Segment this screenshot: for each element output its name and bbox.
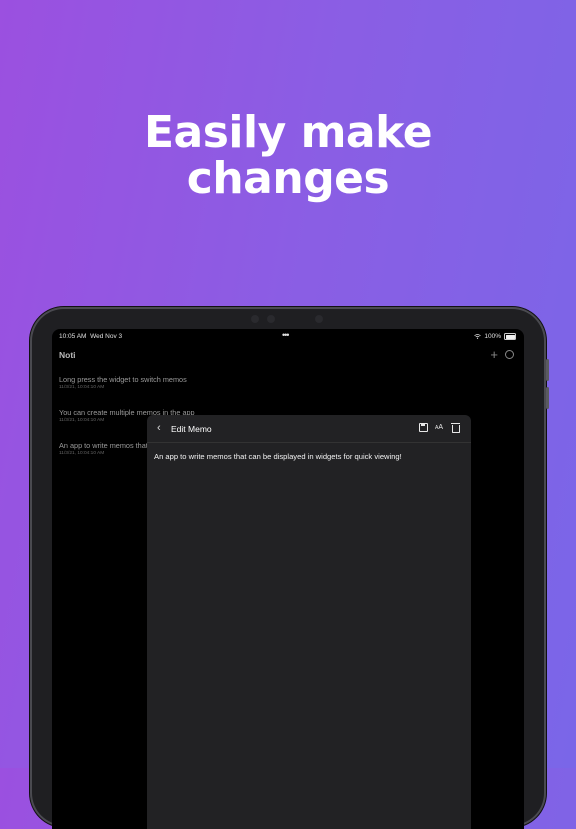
status-bar: 10:05 AM Wed Nov 3 ••• 100% bbox=[52, 329, 524, 345]
app-bar: Noti + bbox=[52, 347, 524, 367]
headline: Easily make changes bbox=[0, 110, 576, 202]
list-item[interactable]: Long press the widget to switch memos 11… bbox=[59, 375, 524, 408]
camera-dot bbox=[251, 315, 259, 323]
ipad-frame: 10:05 AM Wed Nov 3 ••• 100% Noti + Long … bbox=[30, 307, 549, 829]
battery-percent: 100% bbox=[484, 333, 501, 340]
headline-line-1: Easily make bbox=[143, 107, 433, 158]
back-chevron-icon[interactable]: ‹ bbox=[157, 423, 161, 434]
edit-memo-sheet: ‹ Edit Memo AA An app to write memos tha… bbox=[147, 415, 471, 829]
device-screen: 10:05 AM Wed Nov 3 ••• 100% Noti + Long … bbox=[52, 329, 524, 829]
wifi-icon bbox=[474, 334, 482, 339]
memo-text-editor[interactable]: An app to write memos that can be displa… bbox=[154, 452, 463, 462]
font-size-icon[interactable]: AA bbox=[435, 424, 443, 431]
app-title: Noti bbox=[59, 350, 76, 360]
edit-memo-title: Edit Memo bbox=[171, 424, 212, 434]
side-button bbox=[546, 359, 549, 381]
camera-dot bbox=[267, 315, 275, 323]
multitasking-dots-icon[interactable]: ••• bbox=[282, 330, 290, 340]
camera-dot bbox=[315, 315, 323, 323]
status-time: 10:05 AM Wed Nov 3 bbox=[59, 333, 123, 340]
headline-line-2: changes bbox=[186, 153, 390, 204]
trash-icon[interactable] bbox=[450, 422, 460, 433]
side-button bbox=[546, 387, 549, 409]
memo-text: Long press the widget to switch memos bbox=[59, 375, 187, 384]
battery-icon bbox=[504, 333, 516, 340]
edit-memo-toolbar: ‹ Edit Memo AA bbox=[147, 415, 471, 443]
settings-icon[interactable] bbox=[505, 350, 514, 359]
memo-date: 11/3/21, 10:04:10 AM bbox=[59, 385, 105, 390]
save-icon[interactable] bbox=[419, 423, 428, 432]
plus-icon[interactable]: + bbox=[490, 347, 498, 362]
status-right: 100% bbox=[474, 333, 516, 340]
